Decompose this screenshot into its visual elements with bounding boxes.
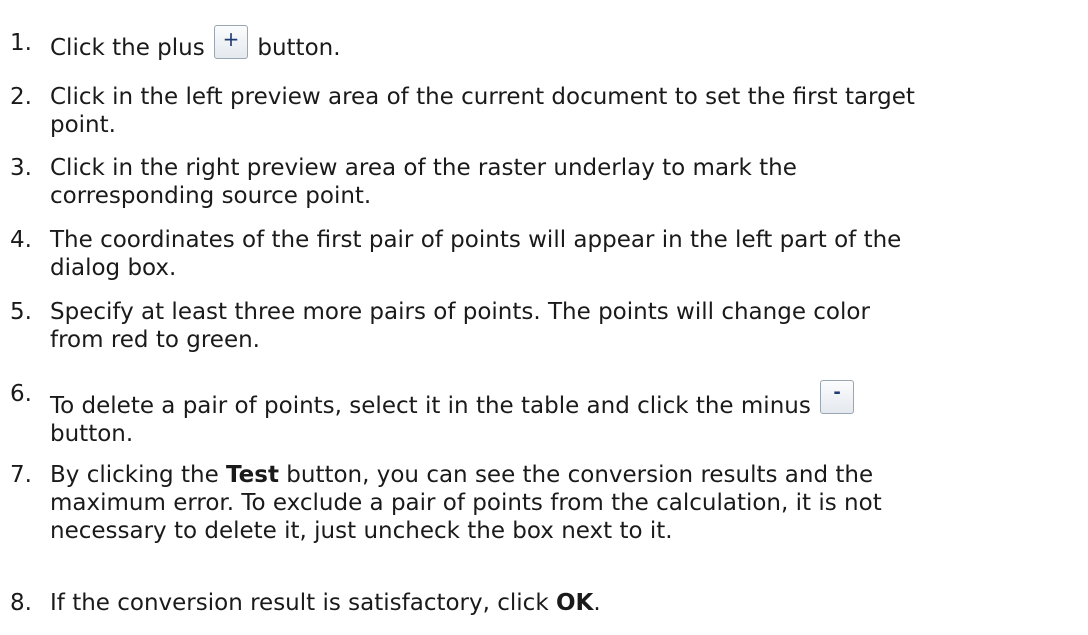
step-text-line: from red to green.	[50, 327, 260, 353]
step-text-line: button.	[50, 421, 134, 447]
step-text-line: dialog box.	[50, 255, 177, 281]
step-text: Click in the left preview area of the cu…	[50, 83, 1060, 139]
step-text: Click in the right preview area of the r…	[50, 154, 1060, 210]
step-text-after: button.	[257, 35, 341, 61]
step-text-post-bold: .	[593, 590, 601, 616]
ok-button-label: OK	[555, 590, 594, 616]
minus-icon: -	[820, 380, 855, 414]
step-text-line: corresponding source point.	[50, 183, 372, 209]
step-text: Click the plus + button.	[50, 25, 1060, 62]
plus-icon: +	[214, 25, 249, 59]
step-text-line: maximum error. To exclude a pair of poin…	[50, 490, 882, 516]
step-text-post-bold: button, you can see the conversion resul…	[286, 462, 874, 488]
step-number: 1.	[10, 30, 32, 56]
step-number: 4.	[10, 227, 32, 253]
step-text-line: necessary to delete it, just uncheck the…	[50, 518, 673, 544]
test-button-label: Test	[226, 462, 279, 488]
step-text-before: Click the plus	[50, 35, 205, 61]
plus-glyph: +	[222, 27, 240, 51]
step-text: If the conversion result is satisfactory…	[50, 589, 1060, 617]
step-text: To delete a pair of points, select it in…	[50, 380, 1060, 448]
step-text-line: point.	[50, 112, 116, 138]
step-number: 6.	[10, 381, 32, 407]
step-text-line: The coordinates of the first pair of poi…	[50, 227, 902, 253]
step-number: 8.	[10, 590, 32, 616]
step-text-line: To delete a pair of points, select it in…	[50, 380, 1060, 420]
step-text: Specify at least three more pairs of poi…	[50, 298, 1060, 354]
step-text: The coordinates of the first pair of poi…	[50, 226, 1060, 282]
step-number: 2.	[10, 84, 32, 110]
step-text-line: By clicking the Test button, you can see…	[50, 461, 1060, 489]
step-number: 7.	[10, 462, 32, 488]
step-text-before: To delete a pair of points, select it in…	[50, 393, 811, 419]
step-text-line: Click in the right preview area of the r…	[50, 155, 797, 181]
step-text-line: Click in the left preview area of the cu…	[50, 84, 915, 110]
step-text-pre-bold: By clicking the	[50, 462, 219, 488]
step-text-pre-bold: If the conversion result is satisfactory…	[50, 590, 549, 616]
step-text-line: Specify at least three more pairs of poi…	[50, 299, 870, 325]
step-text: By clicking the Test button, you can see…	[50, 461, 1060, 545]
step-number: 5.	[10, 299, 32, 325]
step-number: 3.	[10, 155, 32, 181]
minus-glyph: -	[833, 382, 841, 403]
